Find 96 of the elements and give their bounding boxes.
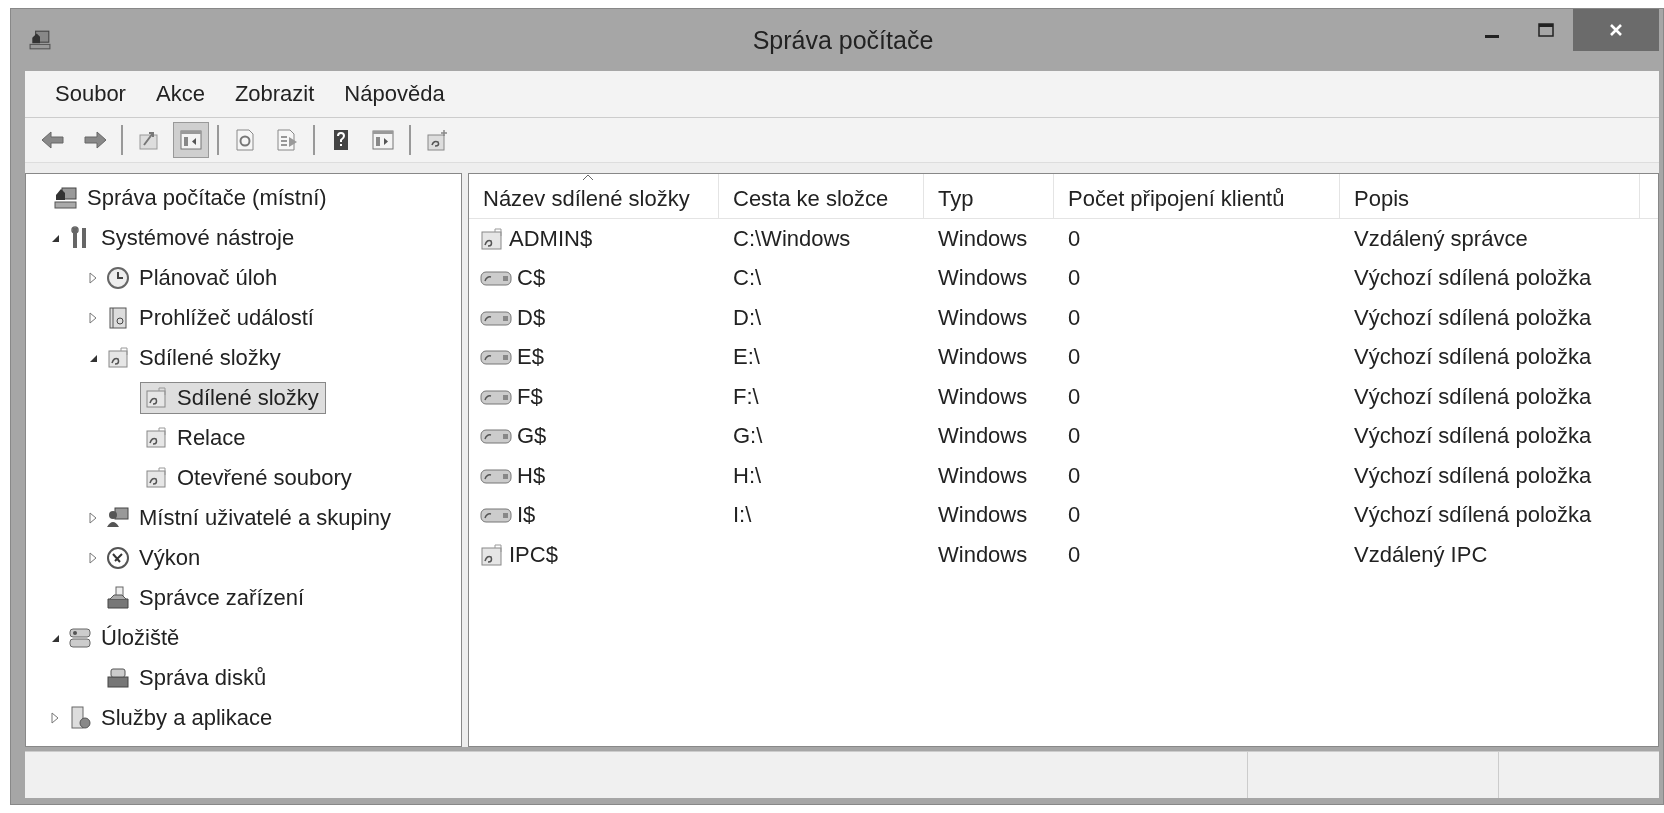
table-cell: 0 (1068, 265, 1081, 292)
computer-icon (29, 29, 51, 51)
tree-item[interactable]: Prohlížeč událostí (102, 302, 321, 334)
table-cell: Výchozí sdílená položka (1354, 462, 1592, 489)
table-cell: Windows (938, 383, 1028, 410)
table-cell: Windows (938, 304, 1028, 331)
table-cell: D:\ (733, 304, 762, 331)
table-cell: H:\ (733, 462, 762, 489)
table-cell: F:\ (733, 383, 759, 410)
table-cell: Windows (938, 462, 1028, 489)
table-cell: C$ (517, 265, 546, 292)
new-folder-icon (424, 127, 450, 153)
tree-item[interactable]: Plánovač úloh (102, 262, 285, 294)
table-cell: G$ (517, 423, 547, 450)
collapse-arrow-icon[interactable] (50, 233, 60, 243)
table-cell: G:\ (733, 423, 763, 450)
window-title: Správa počítače (751, 25, 935, 55)
table-cell: 0 (1068, 304, 1081, 331)
expand-arrow-icon[interactable] (50, 712, 60, 724)
table-cell: Windows (938, 541, 1028, 568)
menu-item[interactable]: Zobrazit (234, 81, 315, 107)
column-header[interactable]: Typ (924, 174, 1054, 218)
table-cell: 0 (1068, 502, 1081, 529)
table-cell: Vzdálený IPC (1354, 541, 1488, 568)
table-cell: 0 (1068, 344, 1081, 371)
expand-arrow-icon[interactable] (88, 552, 98, 564)
tree-item[interactable]: Výkon (102, 542, 208, 574)
tree-item[interactable]: Místní uživatelé a skupiny (102, 502, 398, 534)
column-header[interactable]: Popis (1340, 174, 1640, 218)
table-cell: H$ (517, 462, 546, 489)
column-header[interactable]: Název sdílené složky (469, 174, 719, 218)
table-cell: Výchozí sdílená položka (1354, 423, 1592, 450)
tree-item[interactable]: Správce zařízení (102, 582, 312, 614)
pane-icon (370, 127, 396, 153)
tree-item[interactable]: Relace (140, 422, 253, 454)
tree-item[interactable]: Úložiště (64, 622, 187, 654)
tree-item[interactable]: Sdílené složky (140, 382, 326, 414)
shared-folder-icon (143, 425, 169, 451)
tree-item[interactable]: Systémové nástroje (64, 222, 302, 254)
table-cell: I:\ (733, 502, 752, 529)
table-cell: Windows (938, 344, 1028, 371)
minimize-icon (1485, 34, 1499, 38)
table-cell: C:\Windows (733, 225, 851, 252)
shared-folder-icon (143, 385, 169, 411)
column-header[interactable]: Počet připojení klientů (1054, 174, 1340, 218)
column-header[interactable]: Cesta ke složce (719, 174, 924, 218)
computer-icon (53, 185, 79, 211)
maximize-icon (1537, 22, 1555, 38)
shared-folder-icon (143, 465, 169, 491)
table-cell: E$ (517, 344, 544, 371)
table-cell: Vzdálený správce (1354, 225, 1528, 252)
table-cell: 0 (1068, 383, 1081, 410)
table-cell: Windows (938, 502, 1028, 529)
menu-item[interactable]: Akce (155, 81, 205, 107)
tree-item[interactable]: Otevřené soubory (140, 462, 359, 494)
tree-item[interactable]: Služby a aplikace (64, 702, 280, 734)
table-cell: 0 (1068, 462, 1081, 489)
shared-folder-icon (105, 345, 131, 371)
disk-drive-icon (105, 665, 131, 691)
table-cell: 0 (1068, 423, 1081, 450)
expand-arrow-icon[interactable] (88, 312, 98, 324)
table-cell: Výchozí sdílená položka (1354, 265, 1592, 292)
expand-arrow-icon[interactable] (88, 512, 98, 524)
collapse-arrow-icon[interactable] (50, 633, 60, 643)
collapse-arrow-icon[interactable] (88, 353, 98, 363)
menu-item[interactable]: Nápověda (344, 81, 445, 107)
table-cell: ADMIN$ (509, 225, 593, 252)
table-cell: IPC$ (509, 541, 558, 568)
expand-arrow-icon[interactable] (88, 272, 98, 284)
table-cell: Výchozí sdílená položka (1354, 502, 1592, 529)
table-cell: D$ (517, 304, 546, 331)
clock-icon (105, 265, 131, 291)
device-icon (105, 585, 131, 611)
table-cell: Výchozí sdílená položka (1354, 304, 1592, 331)
table-cell: I$ (517, 502, 536, 529)
tree-pane-button[interactable] (173, 122, 209, 158)
shared-folder-icon (479, 542, 505, 567)
pane-icon (178, 127, 204, 153)
tree-item[interactable]: Správa disků (102, 662, 274, 694)
table-cell: Výchozí sdílená položka (1354, 383, 1592, 410)
close-icon (1608, 22, 1624, 38)
menu-item[interactable]: Soubor (55, 81, 126, 107)
table-cell: 0 (1068, 225, 1081, 252)
tree-item[interactable]: Správa počítače (místní) (50, 182, 334, 214)
table-cell: 0 (1068, 541, 1081, 568)
table-cell: Výchozí sdílená položka (1354, 344, 1592, 371)
table-cell: E:\ (733, 344, 760, 371)
table-cell: Windows (938, 265, 1028, 292)
table-cell: F$ (517, 383, 543, 410)
table-cell: C:\ (733, 265, 762, 292)
table-cell: Windows (938, 225, 1028, 252)
table-cell: Windows (938, 423, 1028, 450)
storage-icon (67, 625, 93, 651)
shared-folder-icon (479, 226, 505, 251)
tree-item[interactable]: Sdílené složky (102, 342, 288, 374)
close-button[interactable] (1573, 9, 1659, 51)
